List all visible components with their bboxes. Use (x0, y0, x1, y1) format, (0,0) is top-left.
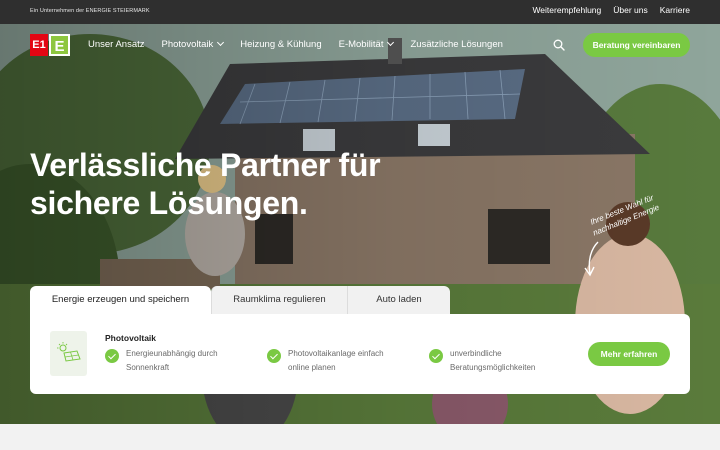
chevron-down-icon (217, 38, 225, 47)
logo[interactable]: E1 E (30, 34, 70, 56)
arrow-down-icon (584, 241, 599, 277)
check-icon (267, 349, 281, 363)
feature-line: Photovoltaikanlage einfach (288, 349, 384, 358)
consultation-button[interactable]: Beratung vereinbaren (583, 33, 690, 57)
nav-item-zusaetzliche-loesungen[interactable]: Zusätzliche Lösungen (410, 39, 502, 50)
tab-auto-laden[interactable]: Auto laden (347, 286, 450, 314)
feature-item: Photovoltaikanlage einfach online planen (267, 347, 384, 375)
feature-text: Photovoltaikanlage einfach online planen (288, 347, 384, 375)
page-bottom (0, 424, 720, 450)
logo-e: E (49, 34, 70, 56)
nav-label: Zusätzliche Lösungen (410, 39, 503, 50)
nav-item-unser-ansatz[interactable]: Unser Ansatz (88, 39, 145, 50)
feature-text: Energieunabhängig durch Sonnenkraft (126, 347, 218, 375)
headline-line-1: Verlässliche Partner für (30, 147, 381, 183)
feature-line: Beratungsmöglichkeiten (450, 363, 536, 372)
link-karriere[interactable]: Karriere (660, 5, 690, 15)
tagline: Ein Unternehmen der ENERGIE STEIERMARK (30, 8, 150, 14)
solar-panel-icon (50, 331, 87, 376)
panel-title: Photovoltaik (105, 333, 157, 343)
nav-label: E-Mobilität (338, 39, 384, 50)
tab-panel: Photovoltaik Energieunabhängig durch Son… (30, 314, 690, 394)
link-ueber-uns[interactable]: Über uns (613, 5, 648, 15)
top-bar: Ein Unternehmen der ENERGIE STEIERMARK W… (0, 0, 720, 24)
tab-raumklima[interactable]: Raumklima regulieren (211, 286, 347, 314)
feature-item: unverbindliche Beratungsmöglichkeiten (429, 347, 535, 375)
main-nav: E1 E Unser Ansatz Photovoltaik Heizung &… (0, 24, 720, 66)
nav-label: Heizung & Kühlung (240, 39, 322, 50)
top-links: Weiterempfehlung Über uns Karriere (532, 5, 690, 15)
nav-item-e-mobilitaet[interactable]: E-Mobilität (338, 38, 395, 50)
feature-text: unverbindliche Beratungsmöglichkeiten (450, 347, 535, 375)
nav-menu: Unser Ansatz Photovoltaik Heizung & Kühl… (88, 38, 503, 50)
nav-label: Photovoltaik (161, 39, 214, 50)
nav-item-photovoltaik[interactable]: Photovoltaik (161, 38, 225, 50)
category-tabs: Energie erzeugen und speichern Raumklima… (30, 286, 450, 314)
search-icon[interactable] (553, 39, 565, 51)
check-icon (429, 349, 443, 363)
page-title: Verlässliche Partner für sichere Lösunge… (30, 146, 381, 222)
feature-line: unverbindliche (450, 349, 502, 358)
chevron-down-icon (387, 38, 395, 47)
feature-line: online planen (288, 363, 336, 372)
learn-more-button[interactable]: Mehr erfahren (588, 342, 670, 366)
feature-line: Energieunabhängig durch (126, 349, 218, 358)
nav-item-heizung-kuehlung[interactable]: Heizung & Kühlung (240, 39, 321, 50)
nav-label: Unser Ansatz (88, 39, 145, 50)
check-icon (105, 349, 119, 363)
logo-e1: E1 (30, 34, 48, 56)
feature-item: Energieunabhängig durch Sonnenkraft (105, 347, 218, 375)
link-weiterempfehlung[interactable]: Weiterempfehlung (532, 5, 601, 15)
headline-line-2: sichere Lösungen. (30, 185, 308, 221)
feature-line: Sonnenkraft (126, 363, 170, 372)
tab-energie[interactable]: Energie erzeugen und speichern (30, 286, 211, 314)
